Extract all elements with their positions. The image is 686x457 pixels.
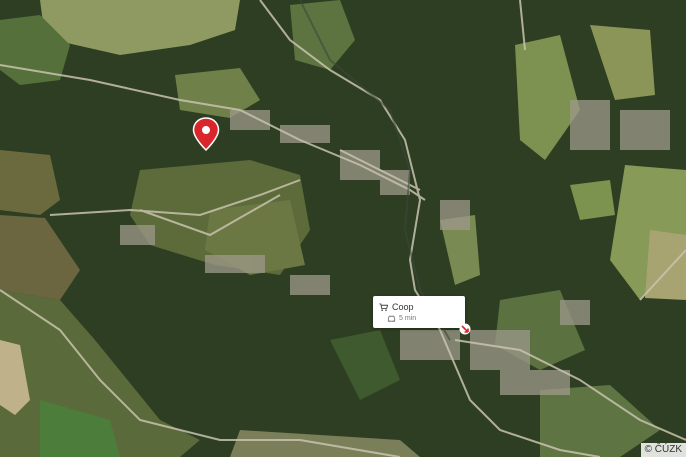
satellite-imagery [0, 0, 686, 457]
travel-time: 5 min [399, 314, 417, 322]
destination-marker[interactable] [459, 322, 471, 335]
location-pin[interactable] [192, 117, 220, 151]
place-name: Coop [392, 302, 414, 312]
shopping-cart-icon [379, 302, 388, 311]
place-row: Coop [379, 301, 414, 313]
destination-arrow-icon [459, 323, 471, 335]
car-icon [387, 315, 396, 322]
map-attribution[interactable]: © ČÚZK [640, 443, 686, 457]
map-view[interactable]: Coop 5 min © ČÚZK [0, 0, 686, 457]
map-pin-icon [192, 117, 220, 151]
route-popup[interactable]: Coop 5 min [373, 296, 465, 328]
travel-row: 5 min [387, 313, 416, 323]
